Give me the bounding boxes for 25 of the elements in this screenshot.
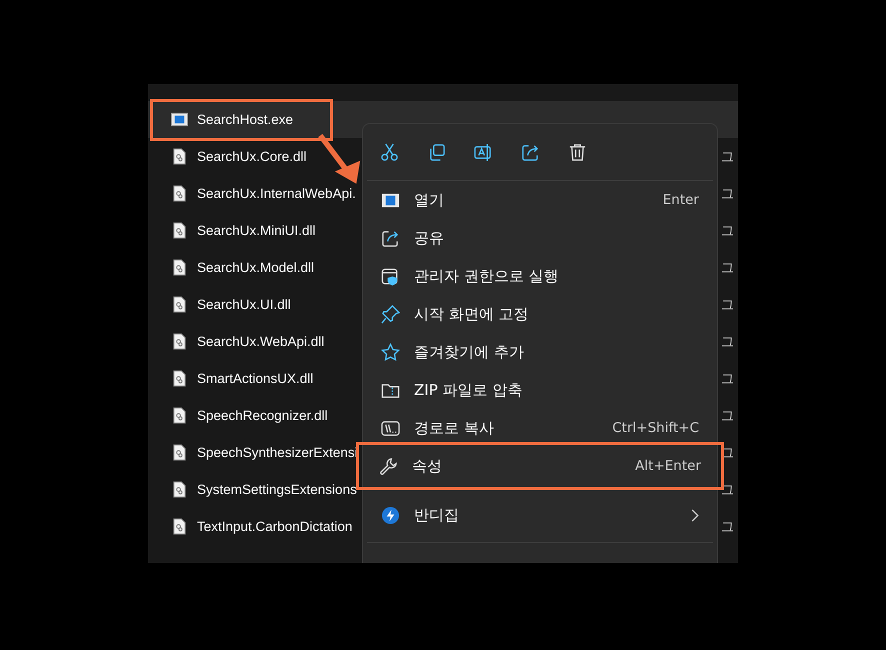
file-type: 그 xyxy=(721,260,734,276)
file-name: SpeechRecognizer.dll xyxy=(197,408,328,423)
file-type: 그 xyxy=(721,408,734,424)
file-name: SpeechSynthesizerExtensi xyxy=(197,445,358,460)
file-type: 그 xyxy=(721,334,734,350)
file-name: SmartActionsUX.dll xyxy=(197,371,314,386)
file-name: SystemSettingsExtensions xyxy=(197,482,357,497)
file-name: SearchHost.exe xyxy=(197,112,294,127)
shortcut-text: Ctrl+Shift+C xyxy=(612,420,699,436)
file-name: TextInput.CarbonDictation xyxy=(197,519,352,534)
shortcut-text: Alt+Enter xyxy=(635,458,701,474)
file-type: 그 xyxy=(721,518,734,536)
file-type: 그 xyxy=(721,148,734,166)
file-type: 그 xyxy=(721,222,734,240)
file-name: SearchUx.WebApi.dll xyxy=(197,334,324,349)
file-type: 그 xyxy=(721,482,734,498)
shortcut-text: Enter xyxy=(662,192,699,208)
file-name: SearchUx.InternalWebApi. xyxy=(197,186,356,201)
file-type: 그 xyxy=(721,370,734,388)
file-name: SearchUx.UI.dll xyxy=(197,297,291,312)
file-name: SearchUx.MiniUI.dll xyxy=(197,223,316,238)
file-type: 그 xyxy=(721,296,734,314)
file-type: 그 xyxy=(721,186,734,202)
file-name: SearchUx.Model.dll xyxy=(197,260,314,275)
file-name: SearchUx.Core.dll xyxy=(197,149,307,164)
